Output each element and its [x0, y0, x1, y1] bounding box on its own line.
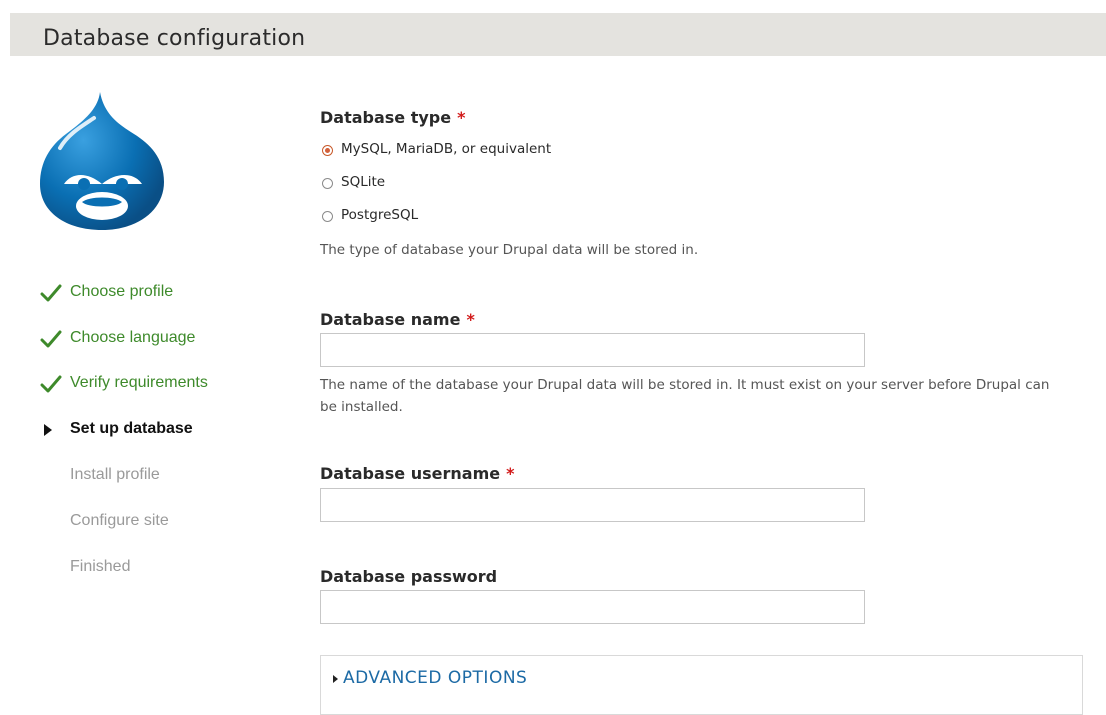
database-username-input[interactable] [320, 488, 865, 522]
radio-label-postgresql[interactable]: PostgreSQL [341, 207, 418, 223]
required-marker: * [466, 310, 475, 329]
step-label: Choose language [70, 329, 196, 346]
required-marker: * [457, 108, 466, 127]
step-label: Verify requirements [70, 374, 208, 391]
database-type-label-text: Database type [320, 108, 452, 127]
database-type-label: Database type * [320, 108, 465, 127]
step-label: Set up database [70, 420, 193, 437]
advanced-options-toggle[interactable]: ADVANCED OPTIONS [343, 668, 527, 688]
page-header: Database configuration [10, 13, 1106, 56]
radio-label-sqlite[interactable]: SQLite [341, 174, 385, 190]
database-name-label: Database name * [320, 310, 475, 329]
database-username-label-text: Database username [320, 464, 501, 483]
check-icon [40, 284, 62, 302]
radio-button[interactable] [322, 211, 333, 222]
drupal-logo-icon [40, 92, 164, 230]
current-step-arrow-icon [44, 424, 52, 436]
step-label: Install profile [70, 466, 160, 483]
database-type-description: The type of database your Drupal data wi… [320, 242, 699, 258]
required-marker: * [506, 464, 515, 483]
database-name-input[interactable] [320, 333, 865, 367]
database-password-input[interactable] [320, 590, 865, 624]
database-name-label-text: Database name [320, 310, 461, 329]
step-label: Choose profile [70, 283, 174, 300]
radio-button-checked[interactable] [322, 145, 333, 156]
check-icon [40, 330, 62, 348]
page-title: Database configuration [43, 26, 306, 51]
check-icon [40, 375, 62, 393]
advanced-options-fieldset[interactable]: ADVANCED OPTIONS [320, 655, 1083, 715]
step-label: Finished [70, 558, 131, 575]
step-label: Configure site [70, 512, 169, 529]
radio-button[interactable] [322, 178, 333, 189]
expand-arrow-icon[interactable] [333, 675, 338, 683]
radio-label-mysql[interactable]: MySQL, MariaDB, or equivalent [341, 141, 551, 157]
database-password-label: Database password [320, 567, 498, 586]
database-username-label: Database username * [320, 464, 514, 483]
database-name-description: The name of the database your Drupal dat… [320, 377, 1050, 415]
